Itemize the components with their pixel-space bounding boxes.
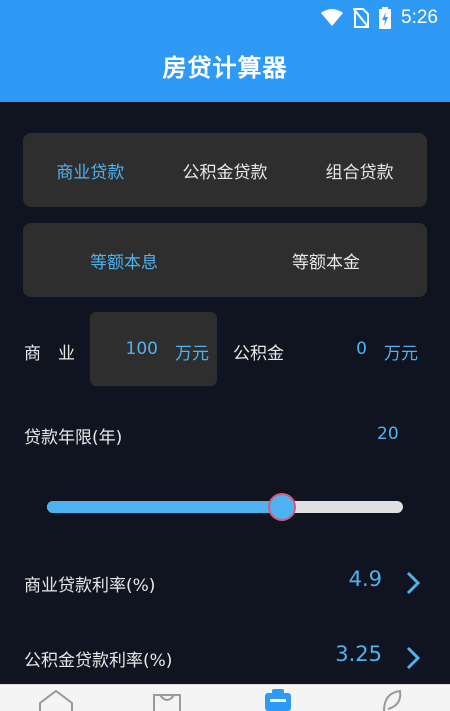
commercial-rate-label: 商业贷款利率(%) [24,576,156,596]
loan-amount-row: 商 业 100 万元 公积金 0 万元 [0,312,450,388]
bag-icon[interactable] [152,689,182,711]
commercial-rate-row[interactable]: 商业贷款利率(%) 4.9 [0,563,450,603]
loan-term-value: 20 [377,424,399,444]
fund-amount-label: 公积金 [233,344,284,364]
slider-fill [47,501,282,513]
calculator-icon[interactable] [263,689,293,711]
leaf-icon[interactable] [380,689,404,711]
fund-rate-label: 公积金贷款利率(%) [24,651,173,671]
clock: 5:26 [401,7,438,28]
repayment-method-tabs: 等额本息 等额本金 [23,223,427,297]
tab-equal-principal[interactable]: 等额本金 [225,248,427,273]
commercial-amount-label: 商 业 [24,344,75,364]
commercial-amount-unit: 万元 [175,344,209,364]
no-sim-icon [353,8,370,28]
tab-combined-loan[interactable]: 组合贷款 [292,158,427,183]
commercial-amount-value[interactable]: 100 [126,339,158,359]
tab-commercial-loan[interactable]: 商业贷款 [23,158,158,183]
status-bar: 5:26 [321,6,438,30]
bottom-navigation [0,684,450,711]
fund-rate-value: 3.25 [335,642,382,666]
commercial-rate-value: 4.9 [348,567,382,591]
slider-thumb[interactable] [267,493,296,521]
app-header: 5:26 房贷计算器 [0,0,450,102]
home-icon[interactable] [38,689,74,711]
battery-charging-icon [379,7,392,29]
loan-term-slider[interactable] [47,493,403,521]
chevron-right-icon[interactable] [406,646,420,670]
tab-equal-installment[interactable]: 等额本息 [23,248,225,273]
wifi-icon [321,9,344,26]
page-title: 房贷计算器 [162,54,288,82]
tab-fund-loan[interactable]: 公积金贷款 [158,158,293,183]
fund-amount-unit: 万元 [384,344,418,364]
commercial-amount-field[interactable]: 100 万元 [90,312,217,386]
loan-type-tabs: 商业贷款 公积金贷款 组合贷款 [23,133,427,207]
fund-rate-row[interactable]: 公积金贷款利率(%) 3.25 [0,638,450,678]
chevron-right-icon[interactable] [406,571,420,595]
fund-amount-value[interactable]: 0 [356,339,367,359]
loan-term-label: 贷款年限(年) [24,428,123,448]
